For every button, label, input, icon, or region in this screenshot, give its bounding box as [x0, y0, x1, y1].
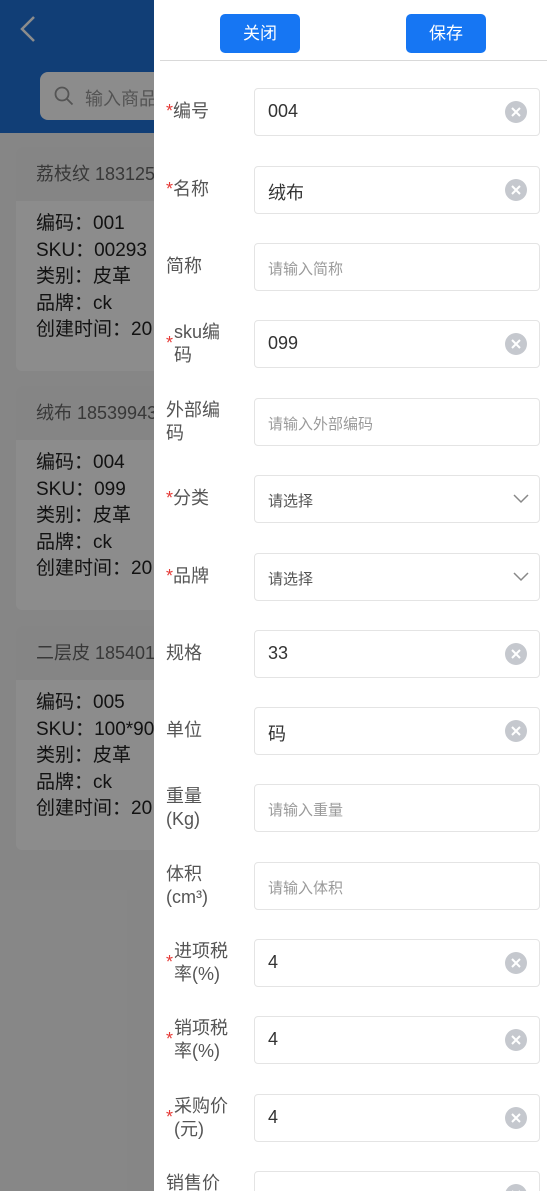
clear-icon[interactable] — [504, 1028, 528, 1052]
clear-icon[interactable] — [504, 951, 528, 975]
save-button[interactable]: 保存 — [406, 14, 486, 53]
spec-field[interactable]: 33 — [254, 630, 540, 678]
sku-code-field[interactable]: 099 — [254, 320, 540, 368]
category-select[interactable]: 请选择 — [254, 475, 540, 523]
form-row-category: *分类 请选择 — [154, 475, 551, 523]
field-label: * 采购价 (元) — [166, 1096, 228, 1139]
field-label: *编号 — [166, 101, 210, 121]
clear-icon[interactable] — [504, 1106, 528, 1130]
field-value: 4 — [268, 1107, 279, 1127]
field-value: 4 — [268, 1029, 279, 1049]
field-label: *名称 — [166, 179, 210, 199]
field-label: *分类 — [166, 488, 210, 508]
field-value: 33 — [268, 643, 289, 663]
drawer-header: 关闭 保存 — [154, 0, 551, 61]
brand-select[interactable]: 请选择 — [254, 553, 540, 601]
edit-product-drawer: 关闭 保存 *编号 004 *名称 绒布 简称 请输入简称 * sku编 码 09… — [154, 0, 551, 1191]
form-row-brand: *品牌 请选择 — [154, 553, 551, 601]
field-label: 销售价 — [166, 1173, 220, 1191]
field-label: *品牌 — [166, 566, 210, 586]
field-placeholder: 请输入重量 — [268, 802, 344, 819]
purchase-price-field[interactable]: 4 — [254, 1094, 540, 1142]
field-label: 规格 — [166, 643, 202, 663]
header-divider — [160, 60, 547, 61]
field-placeholder: 请选择 — [268, 571, 314, 588]
form-row-purchase-price: * 采购价 (元) 4 — [154, 1094, 551, 1142]
field-label: * 进项税 率(%) — [166, 941, 228, 984]
form-row-unit: 单位 码 — [154, 707, 551, 755]
external-code-field[interactable]: 请输入外部编码 — [254, 398, 540, 446]
volume-field[interactable]: 请输入体积 — [254, 862, 540, 910]
field-value: 绒布 — [268, 183, 304, 203]
field-label: 体积 (cm³) — [166, 864, 208, 907]
clear-icon[interactable] — [504, 332, 528, 356]
form-row-volume: 体积 (cm³) 请输入体积 — [154, 862, 551, 910]
field-label: 重量 (Kg) — [166, 786, 202, 829]
field-label: 单位 — [166, 720, 202, 740]
sale-price-field[interactable] — [254, 1171, 540, 1191]
form-row-sku-code: * sku编 码 099 — [154, 320, 551, 368]
field-value: 004 — [268, 101, 299, 121]
chevron-down-icon — [513, 572, 529, 582]
form-row-code: *编号 004 — [154, 88, 551, 136]
form-row-input-tax: * 进项税 率(%) 4 — [154, 939, 551, 987]
close-button[interactable]: 关闭 — [220, 14, 300, 53]
form-row-short-name: 简称 请输入简称 — [154, 243, 551, 291]
form-row-spec: 规格 33 — [154, 630, 551, 678]
clear-icon[interactable] — [504, 642, 528, 666]
field-label: * 销项税 率(%) — [166, 1018, 228, 1061]
field-placeholder: 请输入体积 — [268, 880, 344, 897]
field-value: 码 — [268, 724, 286, 744]
form-row-weight: 重量 (Kg) 请输入重量 — [154, 784, 551, 832]
form-row-sale-price: 销售价 — [154, 1171, 551, 1191]
field-placeholder: 请选择 — [268, 493, 314, 510]
weight-field[interactable]: 请输入重量 — [254, 784, 540, 832]
field-placeholder: 请输入简称 — [268, 261, 344, 278]
form-row-output-tax: * 销项税 率(%) 4 — [154, 1016, 551, 1064]
field-label: 外部编 码 — [166, 400, 220, 443]
chevron-down-icon — [513, 494, 529, 504]
input-tax-field[interactable]: 4 — [254, 939, 540, 987]
unit-field[interactable]: 码 — [254, 707, 540, 755]
form-row-external-code: 外部编 码 请输入外部编码 — [154, 398, 551, 446]
field-label: * sku编 码 — [166, 322, 221, 365]
clear-icon[interactable] — [504, 1183, 528, 1191]
output-tax-field[interactable]: 4 — [254, 1016, 540, 1064]
field-value: 4 — [268, 952, 279, 972]
clear-icon[interactable] — [504, 178, 528, 202]
form-row-name: *名称 绒布 — [154, 166, 551, 214]
field-label: 简称 — [166, 256, 202, 276]
short-name-field[interactable]: 请输入简称 — [254, 243, 540, 291]
field-placeholder: 请输入外部编码 — [268, 416, 374, 433]
clear-icon[interactable] — [504, 719, 528, 743]
code-field[interactable]: 004 — [254, 88, 540, 136]
field-value: 099 — [268, 333, 299, 353]
name-field[interactable]: 绒布 — [254, 166, 540, 214]
clear-icon[interactable] — [504, 100, 528, 124]
